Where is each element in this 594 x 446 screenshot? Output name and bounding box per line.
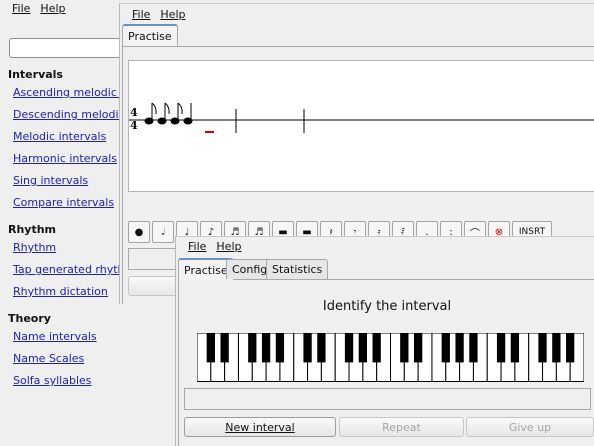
time-signature-top: 4 (130, 106, 138, 119)
black-key[interactable] (275, 333, 285, 363)
menu-file[interactable]: File (132, 8, 150, 21)
menu-help[interactable]: Help (160, 8, 185, 21)
link-harmonic-intervals[interactable]: Harmonic intervals (13, 152, 117, 165)
half-note-button[interactable]: 𝅗𝅥 (152, 221, 174, 243)
cursor-marker (205, 131, 214, 133)
black-key[interactable] (372, 333, 381, 363)
link-tap-generated-rhythm[interactable]: Tap generated rhythm (13, 263, 135, 276)
black-key[interactable] (261, 333, 271, 363)
black-key[interactable] (358, 333, 367, 363)
section-theory: Theory (8, 312, 51, 325)
black-key[interactable] (400, 333, 409, 363)
interval-window: File Help Practise Config Statistics Ide… (175, 236, 594, 446)
black-key[interactable] (303, 333, 312, 363)
repeat-button[interactable]: Repeat (339, 417, 464, 437)
answer-entry (184, 388, 591, 410)
staff-notation: 4 4 (129, 102, 594, 133)
menu-file[interactable]: File (12, 2, 30, 15)
black-key[interactable] (344, 333, 354, 363)
black-key[interactable] (206, 333, 215, 363)
eighth-notes (144, 102, 193, 125)
give-up-button[interactable]: Give up (466, 417, 594, 437)
link-name-intervals[interactable]: Name intervals (13, 330, 97, 343)
tab-statistics[interactable]: Statistics (266, 259, 329, 279)
piano-keyboard[interactable] (197, 333, 584, 382)
black-key[interactable] (566, 333, 575, 363)
black-key[interactable] (538, 333, 547, 363)
link-sing-intervals[interactable]: Sing intervals (13, 174, 88, 187)
menu-help[interactable]: Help (216, 240, 241, 253)
black-key[interactable] (414, 333, 423, 363)
black-key[interactable] (441, 333, 450, 363)
link-solfa-syllables[interactable]: Solfa syllables (13, 374, 92, 387)
black-key[interactable] (317, 333, 326, 363)
black-key[interactable] (248, 333, 257, 363)
search-input[interactable] (9, 38, 129, 58)
black-key[interactable] (469, 333, 478, 363)
black-key[interactable] (510, 333, 520, 363)
link-name-scales[interactable]: Name Scales (13, 352, 84, 365)
time-signature-bottom: 4 (130, 119, 138, 132)
menu-file[interactable]: File (188, 240, 206, 253)
menu-help[interactable]: Help (40, 2, 65, 15)
link-compare-intervals[interactable]: Compare intervals (13, 196, 114, 209)
black-key[interactable] (496, 333, 506, 363)
section-intervals: Intervals (8, 68, 63, 81)
rhythm-staff: 4 4 (128, 60, 594, 192)
menubar: File Help (176, 237, 594, 255)
black-key[interactable] (455, 333, 464, 363)
exercise-heading: Identify the interval (322, 299, 452, 314)
link-rhythm[interactable]: Rhythm (13, 241, 56, 254)
link-melodic-intervals[interactable]: Melodic intervals (13, 130, 106, 143)
menubar: File Help (120, 4, 594, 24)
link-rhythm-dictation[interactable]: Rhythm dictation (13, 285, 108, 298)
tab-practise[interactable]: Practise (122, 24, 178, 46)
new-interval-button[interactable]: New interval (184, 417, 336, 437)
section-rhythm: Rhythm (8, 223, 57, 236)
black-key[interactable] (552, 333, 561, 363)
black-key[interactable] (220, 333, 229, 363)
whole-note-button[interactable]: ● (128, 221, 150, 243)
